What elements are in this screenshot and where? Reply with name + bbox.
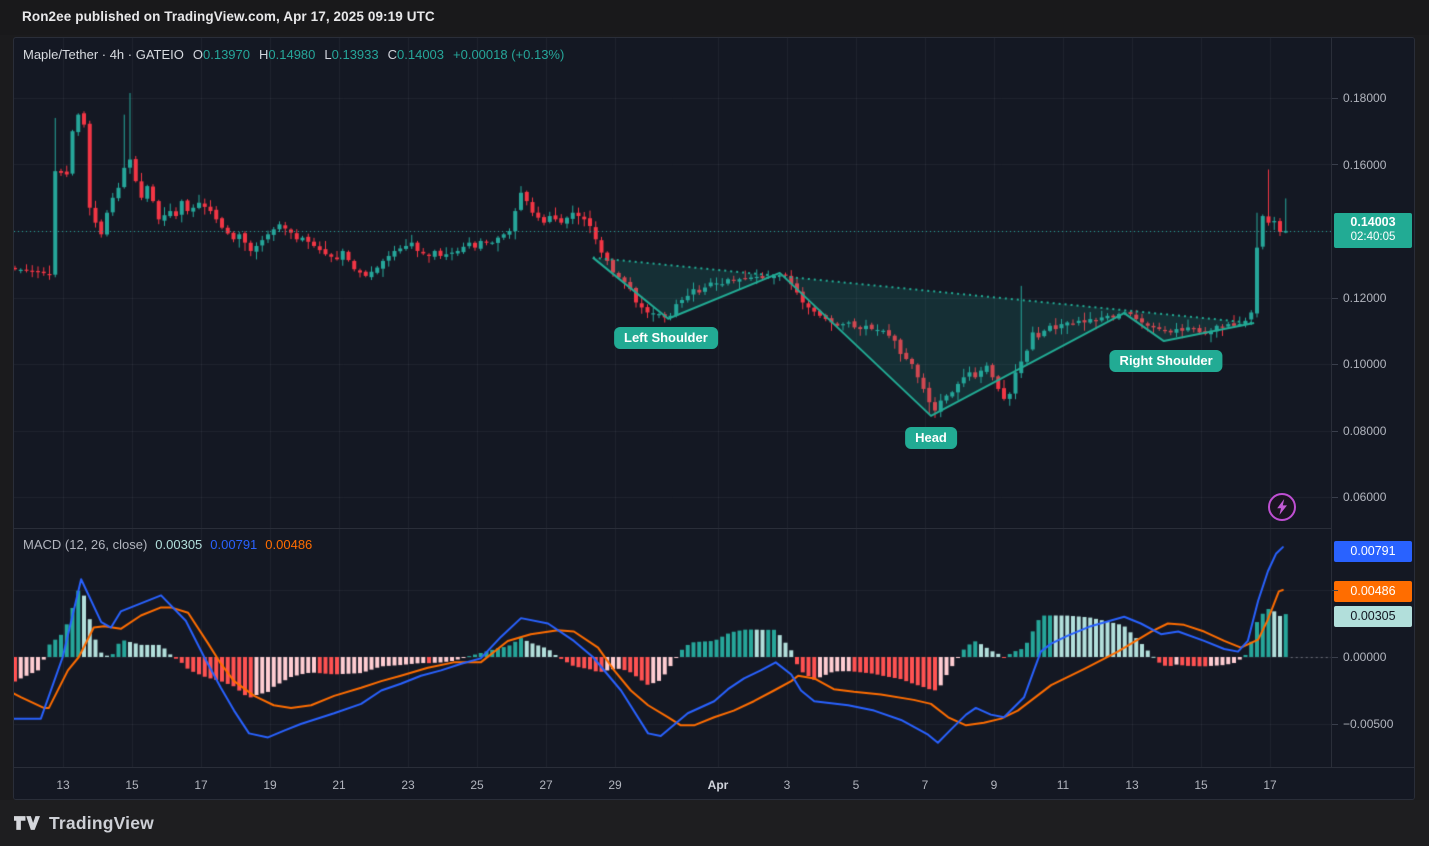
macd-signal-value: 0.00486 xyxy=(265,537,312,552)
time-tick-label: 29 xyxy=(608,778,621,792)
bar-countdown: 02:40:05 xyxy=(1334,230,1412,245)
last-price-value: 0.14003 xyxy=(1334,215,1412,230)
time-tick-label: 15 xyxy=(125,778,138,792)
macd-tick-mark xyxy=(1332,724,1338,725)
time-tick-label: 3 xyxy=(784,778,791,792)
pattern-label-left-shoulder[interactable]: Left Shoulder xyxy=(614,327,718,349)
price-tick-label: 0.18000 xyxy=(1343,91,1386,105)
price-tick-label: 0.06000 xyxy=(1343,490,1386,504)
macd-line-value: 0.00791 xyxy=(210,537,257,552)
price-tick-mark xyxy=(1332,164,1338,165)
macd-signal-badge: 0.00486 xyxy=(1334,581,1412,602)
price-tick-label: 0.16000 xyxy=(1343,158,1386,172)
time-tick-label: 17 xyxy=(194,778,207,792)
time-tick-label: 5 xyxy=(853,778,860,792)
pane-separator[interactable] xyxy=(14,528,1415,529)
macd-tick-mark xyxy=(1332,657,1338,658)
page: Ron2ee published on TradingView.com, Apr… xyxy=(0,0,1429,846)
ohlc-close: C0.14003 xyxy=(388,47,444,62)
price-tick-mark xyxy=(1332,431,1338,432)
tradingview-brand-text[interactable]: TradingView xyxy=(49,813,154,834)
price-chart-canvas[interactable] xyxy=(14,38,1331,528)
time-tick-label: 7 xyxy=(922,778,929,792)
macd-chart-canvas[interactable] xyxy=(14,528,1331,767)
lightning-marker-button[interactable] xyxy=(1268,493,1296,521)
macd-tick-label: −0.00500 xyxy=(1343,717,1393,731)
time-tick-label: 9 xyxy=(991,778,998,792)
macd-indicator-name: MACD (12, 26, close) xyxy=(23,537,147,552)
macd-hist-value: 0.00305 xyxy=(155,537,202,552)
time-tick-label: 25 xyxy=(470,778,483,792)
symbol-legend[interactable]: Maple/Tether · 4h · GATEIO O0.13970 H0.1… xyxy=(23,47,564,62)
ohlc-open: O0.13970 xyxy=(193,47,250,62)
chart-widget: Maple/Tether · 4h · GATEIO O0.13970 H0.1… xyxy=(13,37,1415,800)
price-tick-label: 0.10000 xyxy=(1343,357,1386,371)
price-tick-mark xyxy=(1332,98,1338,99)
macd-legend[interactable]: MACD (12, 26, close) 0.00305 0.00791 0.0… xyxy=(23,537,312,552)
time-tick-label: 27 xyxy=(539,778,552,792)
time-tick-label: 13 xyxy=(56,778,69,792)
last-price-badge: 0.14003 02:40:05 xyxy=(1334,213,1412,248)
ohlc-high: H0.14980 xyxy=(259,47,315,62)
attribution-bar: Ron2ee published on TradingView.com, Apr… xyxy=(0,0,1429,35)
time-tick-label: 21 xyxy=(332,778,345,792)
price-tick-mark xyxy=(1332,298,1338,299)
time-tick-label: Apr xyxy=(708,778,729,792)
macd-hist-badge: 0.00305 xyxy=(1334,606,1412,627)
macd-tick-label: 0.00000 xyxy=(1343,650,1386,664)
lightning-icon xyxy=(1275,499,1289,515)
price-change: +0.00018 (+0.13%) xyxy=(453,47,564,62)
macd-tick-mark xyxy=(1332,590,1338,591)
price-tick-mark xyxy=(1332,497,1338,498)
time-axis[interactable]: 13 15 17 19 21 23 25 27 29 Apr 3 5 7 9 11 13 15 17 xyxy=(14,767,1415,800)
price-tick-label: 0.12000 xyxy=(1343,291,1386,305)
ohlc-low: L0.13933 xyxy=(324,47,378,62)
pattern-label-head[interactable]: Head xyxy=(905,427,957,449)
time-tick-label: 17 xyxy=(1263,778,1276,792)
price-tick-mark xyxy=(1332,364,1338,365)
attribution-text: Ron2ee published on TradingView.com, Apr… xyxy=(22,9,435,24)
time-tick-label: 13 xyxy=(1125,778,1138,792)
time-tick-label: 15 xyxy=(1194,778,1207,792)
price-axis[interactable]: 0.14003 02:40:05 0.00791 0.00486 0.00305… xyxy=(1331,38,1415,767)
tradingview-logo-icon[interactable] xyxy=(14,812,40,834)
time-tick-label: 11 xyxy=(1057,778,1069,792)
symbol-title: Maple/Tether · 4h · GATEIO xyxy=(23,47,184,62)
macd-line-badge: 0.00791 xyxy=(1334,541,1412,562)
footer-bar: TradingView xyxy=(0,800,1429,846)
price-tick-label: 0.08000 xyxy=(1343,424,1386,438)
time-tick-label: 23 xyxy=(401,778,414,792)
pattern-label-right-shoulder[interactable]: Right Shoulder xyxy=(1110,350,1223,372)
time-tick-label: 19 xyxy=(263,778,276,792)
